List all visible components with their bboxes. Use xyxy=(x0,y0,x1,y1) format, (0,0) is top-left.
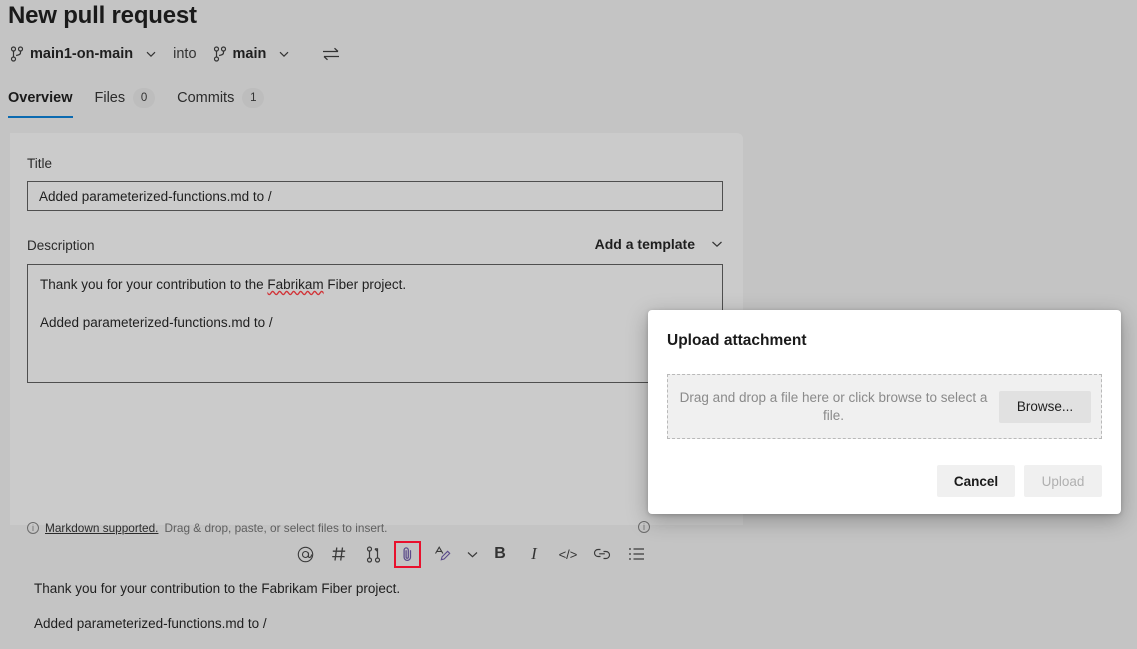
highlighter-chevron-down-icon[interactable] xyxy=(463,541,481,567)
target-branch-label: main xyxy=(233,46,267,62)
source-branch-selector[interactable]: main1-on-main xyxy=(8,46,159,62)
file-dropzone[interactable]: Drag and drop a file here or click brows… xyxy=(667,374,1102,439)
tab-bar: Overview Files 0 Commits 1 xyxy=(8,82,286,114)
markdown-hint: i Markdown supported. Drag & drop, paste… xyxy=(27,521,387,535)
mention-icon[interactable] xyxy=(292,541,318,567)
browse-button[interactable]: Browse... xyxy=(999,391,1091,423)
tab-commits-badge: 1 xyxy=(242,88,264,108)
dialog-title: Upload attachment xyxy=(667,332,807,350)
description-line-2: Added parameterized-functions.md to / xyxy=(40,313,710,332)
git-branch-icon xyxy=(213,46,227,62)
attachment-paperclip-icon[interactable] xyxy=(394,541,421,568)
add-template-button[interactable]: Add a template xyxy=(595,236,723,252)
swap-branches-icon[interactable] xyxy=(322,46,340,62)
target-branch-selector[interactable]: main xyxy=(211,46,293,62)
chevron-down-icon xyxy=(711,238,723,250)
info-icon: i xyxy=(638,521,650,533)
info-icon: i xyxy=(27,522,39,534)
tab-files-badge: 0 xyxy=(133,88,155,108)
markdown-supported-link[interactable]: Markdown supported. xyxy=(45,521,158,535)
description-textarea[interactable]: Thank you for your contribution to the F… xyxy=(27,264,723,383)
upload-button: Upload xyxy=(1024,465,1102,497)
dialog-footer: Cancel Upload xyxy=(937,465,1102,497)
bulleted-list-icon[interactable] xyxy=(623,541,649,567)
git-branch-icon xyxy=(10,46,24,62)
source-branch-label: main1-on-main xyxy=(30,46,133,62)
description-preview: Thank you for your contribution to the F… xyxy=(34,579,674,649)
upload-attachment-dialog: Upload attachment Drag and drop a file h… xyxy=(648,310,1121,514)
preview-line-1: Thank you for your contribution to the F… xyxy=(34,579,674,599)
dropzone-instruction: Drag and drop a file here or click brows… xyxy=(668,389,999,425)
page-title: New pull request xyxy=(8,2,197,30)
description-misspelled-word: Fabrikam xyxy=(267,277,323,292)
preview-line-2: Added parameterized-functions.md to / xyxy=(34,614,674,634)
description-text-post: Fiber project. xyxy=(324,277,407,292)
markdown-toolbar: B I </> xyxy=(292,541,657,567)
pull-request-form: Title Description Add a template Thank y… xyxy=(10,133,743,525)
tab-overview-label: Overview xyxy=(8,90,73,106)
tab-files[interactable]: Files 0 xyxy=(95,82,156,114)
into-label: into xyxy=(173,46,196,62)
chevron-down-icon xyxy=(145,48,157,60)
tab-commits[interactable]: Commits 1 xyxy=(177,82,264,114)
description-label: Description xyxy=(27,238,95,253)
italic-icon[interactable]: I xyxy=(521,541,547,567)
markdown-hint-text: Drag & drop, paste, or select files to i… xyxy=(164,521,387,535)
tab-files-label: Files xyxy=(95,90,126,106)
chevron-down-icon xyxy=(278,48,290,60)
tab-commits-label: Commits xyxy=(177,90,234,106)
bold-icon[interactable]: B xyxy=(487,541,513,567)
highlighter-icon[interactable] xyxy=(429,541,455,567)
tab-overview[interactable]: Overview xyxy=(8,82,73,114)
pull-request-link-icon[interactable] xyxy=(360,541,386,567)
hash-icon[interactable] xyxy=(326,541,352,567)
title-input[interactable] xyxy=(27,181,723,211)
title-label: Title xyxy=(27,156,52,171)
link-icon[interactable] xyxy=(589,541,615,567)
description-line-1: Thank you for your contribution to the F… xyxy=(40,275,710,294)
add-template-label: Add a template xyxy=(595,236,695,252)
description-text-pre: Thank you for your contribution to the xyxy=(40,277,267,292)
cancel-button[interactable]: Cancel xyxy=(937,465,1015,497)
code-icon[interactable]: </> xyxy=(555,541,581,567)
branch-bar: main1-on-main into main xyxy=(8,42,340,66)
